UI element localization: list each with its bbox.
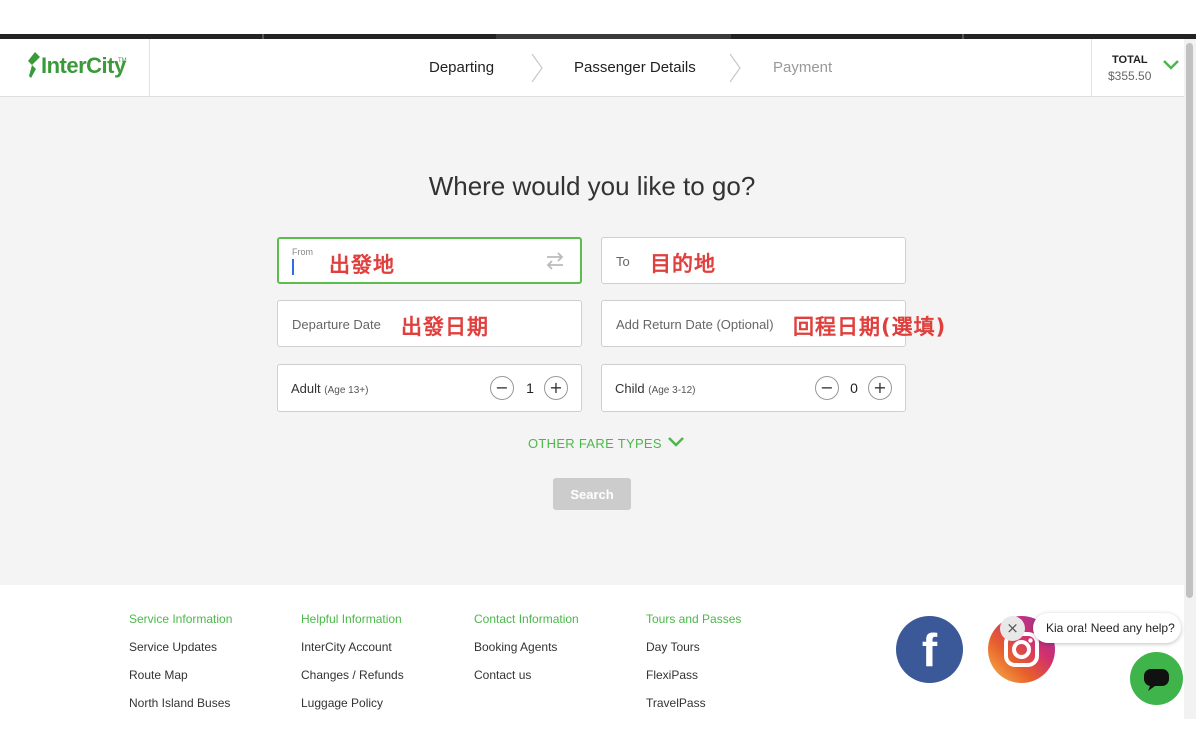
- footer-link[interactable]: Day Tours: [646, 640, 741, 654]
- chat-greeting[interactable]: Kia ora! Need any help?: [1033, 613, 1181, 643]
- chat-glyph: [1144, 669, 1169, 691]
- footer-link[interactable]: InterCity Account: [301, 640, 404, 654]
- child-label-text: Child: [615, 381, 645, 396]
- footer-link[interactable]: Luggage Policy: [301, 696, 404, 710]
- adult-count: 1: [526, 380, 534, 396]
- total-value: $355.50: [1108, 69, 1152, 83]
- departure-date-input[interactable]: Departure Date 出發日期: [277, 300, 582, 347]
- booking-steps: Departing Passenger Details Payment: [0, 39, 1184, 97]
- adult-age: (Age 13+): [324, 385, 369, 396]
- search-panel: Where would you like to go? From 出發地 To …: [0, 97, 1184, 585]
- chat-icon[interactable]: [1130, 652, 1183, 705]
- to-annotation: 目的地: [650, 252, 716, 276]
- from-label: From: [292, 247, 313, 257]
- footer-link[interactable]: FlexiPass: [646, 668, 741, 682]
- site-header: InterCity TM Departing Passenger Details…: [0, 39, 1184, 97]
- child-age: (Age 3-12): [648, 385, 696, 396]
- footer-link[interactable]: North Island Buses: [129, 696, 232, 710]
- from-input[interactable]: From 出發地: [277, 237, 582, 284]
- footer-column-service: Service Information Service Updates Rout…: [129, 612, 232, 724]
- site-footer: Service Information Service Updates Rout…: [0, 585, 1184, 719]
- bottom-blank-strip: [0, 719, 1196, 754]
- footer-link[interactable]: Service Updates: [129, 640, 232, 654]
- adult-counter: Adult (Age 13+) − 1 +: [277, 364, 582, 412]
- child-label: Child (Age 3-12): [615, 381, 696, 396]
- adult-label: Adult (Age 13+): [291, 381, 368, 396]
- departure-date-label: Departure Date: [292, 317, 381, 332]
- child-minus-button[interactable]: −: [815, 376, 839, 400]
- adult-plus-button[interactable]: +: [544, 376, 568, 400]
- footer-link[interactable]: Contact us: [474, 668, 579, 682]
- chat-message: Kia ora! Need any help?: [1046, 621, 1175, 635]
- footer-column-title: Service Information: [129, 612, 233, 626]
- step-departing[interactable]: Departing: [429, 59, 494, 76]
- other-fare-types-toggle[interactable]: OTHER FARE TYPES: [528, 436, 662, 451]
- footer-link[interactable]: Route Map: [129, 668, 232, 682]
- adult-minus-button[interactable]: −: [490, 376, 514, 400]
- footer-column-title: Contact Information: [474, 612, 579, 626]
- footer-column-tours: Tours and Passes Day Tours FlexiPass Tra…: [646, 612, 741, 724]
- return-date-label: Add Return Date (Optional): [616, 317, 774, 332]
- chevron-down-icon[interactable]: [1162, 58, 1180, 72]
- footer-column-helpful: Helpful Information InterCity Account Ch…: [301, 612, 404, 724]
- footer-link[interactable]: Booking Agents: [474, 640, 579, 654]
- swap-icon[interactable]: [544, 251, 566, 271]
- child-count: 0: [850, 380, 858, 396]
- search-button[interactable]: Search: [553, 478, 631, 510]
- footer-column-title: Helpful Information: [301, 612, 402, 626]
- scrollbar-thumb[interactable]: [1186, 43, 1193, 598]
- to-input[interactable]: To 目的地: [601, 237, 906, 284]
- adult-label-text: Adult: [291, 381, 321, 396]
- footer-column-title: Tours and Passes: [646, 612, 742, 626]
- step-payment: Payment: [773, 59, 833, 76]
- chevron-down-icon[interactable]: [667, 435, 685, 449]
- total-summary[interactable]: TOTAL $355.50: [1091, 39, 1184, 97]
- text-caret: [292, 259, 294, 275]
- browser-top-strip: [0, 0, 1196, 34]
- child-plus-button[interactable]: +: [868, 376, 892, 400]
- return-date-input[interactable]: Add Return Date (Optional) 回程日期(選填): [601, 300, 945, 347]
- facebook-glyph: f: [921, 624, 938, 676]
- facebook-icon[interactable]: f: [896, 616, 963, 683]
- close-icon[interactable]: ×: [1000, 616, 1025, 641]
- chevron-right-icon: [729, 53, 741, 83]
- to-label: To: [616, 254, 630, 269]
- total-label: TOTAL: [1112, 54, 1148, 66]
- page-heading: Where would you like to go?: [428, 171, 756, 201]
- return-date-annotation: 回程日期(選填): [793, 315, 947, 339]
- page-scrollbar[interactable]: [1184, 39, 1196, 719]
- footer-column-contact: Contact Information Booking Agents Conta…: [474, 612, 579, 696]
- step-passenger-details[interactable]: Passenger Details: [574, 59, 696, 76]
- footer-link[interactable]: Changes / Refunds: [301, 668, 404, 682]
- from-annotation: 出發地: [329, 253, 395, 277]
- footer-link[interactable]: TravelPass: [646, 696, 741, 710]
- departure-date-annotation: 出發日期: [401, 315, 489, 339]
- chevron-right-icon: [531, 53, 543, 83]
- child-counter: Child (Age 3-12) − 0 +: [601, 364, 906, 412]
